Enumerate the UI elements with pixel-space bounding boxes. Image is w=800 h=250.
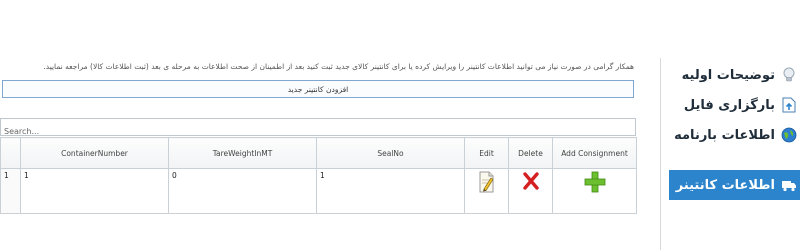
lightbulb-icon: [781, 67, 797, 83]
add-new-container-button[interactable]: افزودن کانتینر جدید: [2, 80, 634, 98]
column-header-tare-weight[interactable]: TareWeightInMT: [168, 137, 317, 169]
sidebar-item-label: توضیحات اولیه: [681, 67, 775, 83]
cell-seal-no: 1: [316, 168, 465, 214]
sidebar-item-container-info[interactable]: اطلاعات کانتینر: [669, 170, 800, 200]
search-bar: [0, 118, 636, 140]
cell-edit: [464, 168, 509, 214]
cell-container-number: 1: [20, 168, 169, 214]
add-consignment-icon[interactable]: [584, 171, 606, 195]
add-new-container-label: افزودن کانتینر جدید: [287, 84, 349, 94]
sidebar-item-label: اطلاعات کانتینر: [675, 177, 775, 193]
table-row[interactable]: 1 1 0 1: [0, 168, 637, 214]
truck-icon: [781, 177, 797, 193]
file-upload-icon: [781, 97, 797, 113]
cell-add-consignment: [552, 168, 637, 214]
column-header-edit: Edit: [464, 137, 509, 169]
wizard-sidebar: توضیحات اولیه بارگزاری فایل اطلاعات بارن…: [660, 58, 800, 250]
sidebar-item-bill-of-lading[interactable]: اطلاعات بارنامه: [669, 120, 800, 150]
column-header-delete: Delete: [508, 137, 553, 169]
sidebar-item-label: بارگزاری فایل: [683, 97, 775, 113]
cell-delete: [508, 168, 553, 214]
column-header-seal-no[interactable]: SealNo: [316, 137, 465, 169]
row-number-header: [0, 137, 21, 169]
table-header-row: ContainerNumber TareWeightInMT SealNo Ed…: [0, 137, 637, 169]
sidebar-item-file-upload[interactable]: بارگزاری فایل: [669, 90, 800, 120]
cell-tare-weight: 0: [168, 168, 317, 214]
row-number: 1: [0, 168, 21, 214]
container-table: ContainerNumber TareWeightInMT SealNo Ed…: [0, 137, 637, 214]
edit-icon[interactable]: [478, 171, 496, 195]
container-panel: همکار گرامی در صورت نیاز می توانید اطلاع…: [0, 58, 637, 250]
delete-icon[interactable]: [522, 171, 540, 193]
instruction-notice: همکار گرامی در صورت نیاز می توانید اطلاع…: [43, 62, 634, 71]
sidebar-item-label: اطلاعات بارنامه: [674, 127, 775, 143]
globe-icon: [781, 127, 797, 143]
column-header-container-number[interactable]: ContainerNumber: [20, 137, 169, 169]
sidebar-item-initial-notes[interactable]: توضیحات اولیه: [669, 60, 800, 90]
column-header-add-consignment: Add Consignment: [552, 137, 637, 169]
